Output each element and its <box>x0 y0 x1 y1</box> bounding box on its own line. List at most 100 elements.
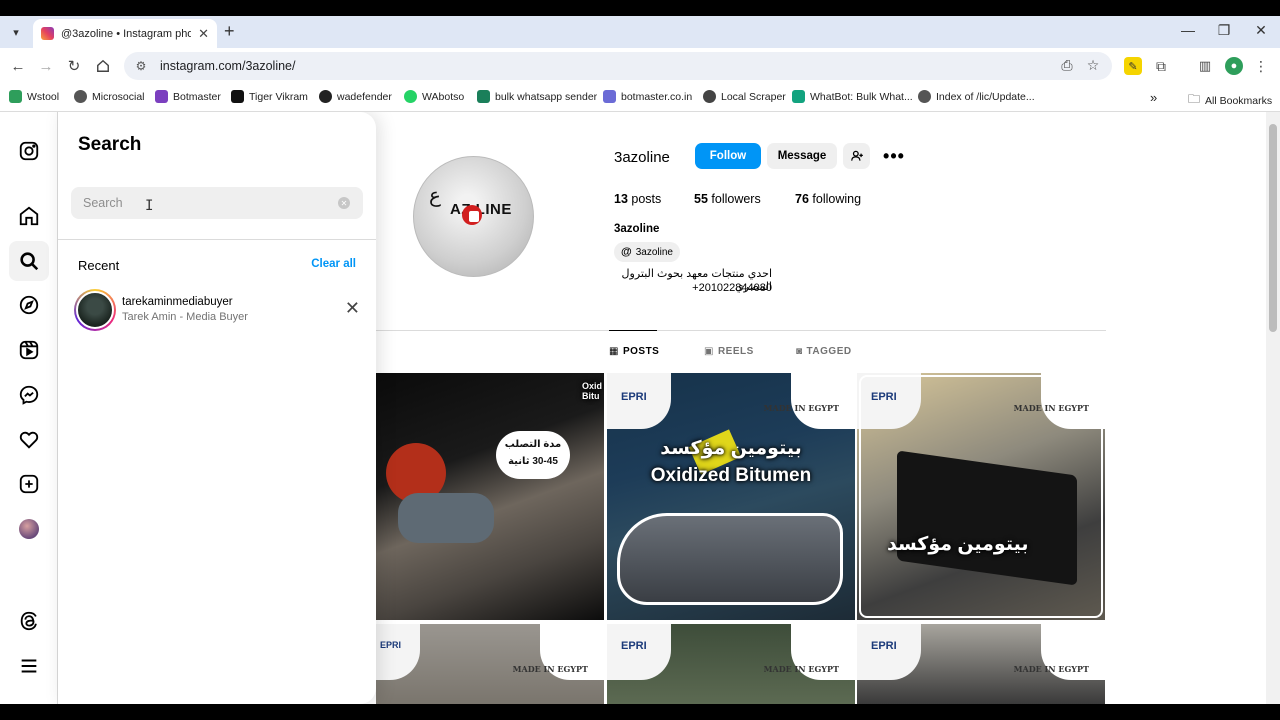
new-tab-plus-icon[interactable]: + <box>224 21 235 42</box>
browser-menu-icon[interactable]: ⋮ <box>1252 57 1270 75</box>
post-caption-ar: مدة التصلب <box>504 439 562 450</box>
post-caption-ar: بيتومين مؤكسد <box>887 534 1029 555</box>
scrollbar-thumb[interactable] <box>1269 124 1277 332</box>
remove-recent-close-icon[interactable]: ✕ <box>345 298 360 319</box>
minimize-icon[interactable]: — <box>1178 22 1198 38</box>
bookmark-item[interactable]: Wstool <box>9 90 59 103</box>
tab-tagged[interactable]: ◙ TAGGED <box>796 346 852 357</box>
browser-tab-active[interactable]: @3azoline • Instagram photos and videos … <box>33 19 217 48</box>
bookmark-item[interactable]: Tiger Vikram <box>231 90 308 103</box>
post-thumbnail[interactable]: EPRI MADE IN EGYPT <box>607 624 855 704</box>
profile-picture[interactable]: ع AZ LINE <box>413 156 534 277</box>
bookmark-item[interactable]: WAbotso <box>404 90 464 103</box>
explore-compass-icon[interactable] <box>17 293 41 317</box>
clear-search-icon[interactable]: ✕ <box>338 197 350 209</box>
tab-close-icon[interactable]: ✕ <box>198 26 209 42</box>
post-thumbnail[interactable]: EPRI MADE IN EGYPT بيتومين مؤكسد Oxidize… <box>607 373 855 620</box>
post-thumbnail[interactable]: مدة التصلب 30-45 ثانية Oxid Bitu <box>376 373 604 620</box>
post-frame <box>859 375 1103 618</box>
bookmark-favicon-icon <box>231 90 244 103</box>
more-menu-icon[interactable] <box>17 654 41 678</box>
home-icon[interactable] <box>93 56 113 76</box>
posts-count: 13 posts <box>614 192 662 206</box>
recent-user-avatar <box>74 289 116 331</box>
window-close-icon[interactable]: ✕ <box>1251 22 1271 39</box>
post-thumbnail[interactable]: EPRI MADE IN EGYPT بيتومين مؤكسد <box>857 373 1105 620</box>
post-thumbnail[interactable]: EPRI MADE IN EGYPT <box>857 624 1105 704</box>
tab-posts[interactable]: ▦ POSTS <box>609 346 659 357</box>
bookmarks-overflow-icon[interactable]: » <box>1150 90 1157 105</box>
logo-red-circle-icon <box>462 205 482 225</box>
recent-search-item[interactable]: tarekaminmediabuyer Tarek Amin - Media B… <box>74 288 360 332</box>
reels-icon: ▣ <box>704 346 714 357</box>
extensions-puzzle-icon[interactable]: ⧉ <box>1152 57 1170 75</box>
suggested-users-icon[interactable] <box>843 143 870 169</box>
bookmark-item[interactable]: Microsocial <box>74 90 145 103</box>
bookmark-item[interactable]: WhatBot: Bulk What... <box>792 90 913 103</box>
message-button[interactable]: Message <box>767 143 837 169</box>
install-app-icon[interactable]: ⎙ <box>1058 57 1076 74</box>
more-options-icon[interactable]: ••• <box>882 143 906 169</box>
restore-icon[interactable]: ❐ <box>1214 22 1234 39</box>
profile-shield-icon[interactable]: ● <box>1225 57 1243 75</box>
search-input[interactable] <box>71 187 363 219</box>
threads-icon[interactable] <box>17 609 41 633</box>
tab-search-chevron-icon[interactable]: ▾ <box>6 22 26 42</box>
made-in-egypt-text: MADE IN EGYPT <box>1013 664 1089 674</box>
recent-heading: Recent <box>78 258 120 273</box>
all-bookmarks-button[interactable]: 🗀 All Bookmarks <box>1188 90 1272 111</box>
reload-icon[interactable]: ↻ <box>64 56 84 76</box>
address-bar[interactable]: ⚙ instagram.com/3azoline/ ⎙ ☆ <box>124 52 1112 80</box>
clear-all-button[interactable]: Clear all <box>311 258 356 270</box>
brand-badge <box>791 373 855 429</box>
site-settings-icon[interactable]: ⚙ <box>132 57 150 75</box>
bookmark-item[interactable]: Botmaster <box>155 90 221 103</box>
made-in-egypt-text: MADE IN EGYPT <box>763 403 839 413</box>
search-panel: Search I ✕ Recent Clear all tarekaminmed… <box>58 112 376 704</box>
page-scrollbar[interactable] <box>1266 112 1280 704</box>
reels-icon[interactable] <box>17 338 41 362</box>
bookmark-favicon-icon <box>603 90 616 103</box>
instagram-page: Search I ✕ Recent Clear all tarekaminmed… <box>0 112 1280 704</box>
post-caption-ar: بيتومين مؤكسد <box>660 438 802 459</box>
epri-badge <box>607 624 671 680</box>
logo-arabic-glyph: ع <box>429 183 441 207</box>
create-plus-icon[interactable] <box>17 472 41 496</box>
followers-count[interactable]: 55 followers <box>694 192 761 206</box>
side-panel-icon[interactable]: ▥ <box>1196 57 1214 75</box>
follow-button[interactable]: Follow <box>695 143 761 169</box>
bookmark-item[interactable]: bulk whatsapp sender <box>477 90 597 103</box>
notifications-heart-icon[interactable] <box>17 428 41 452</box>
search-divider <box>58 239 376 240</box>
bookmark-item[interactable]: wadefender <box>319 90 392 103</box>
forward-arrow-icon[interactable]: → <box>36 56 56 76</box>
messenger-icon[interactable] <box>17 383 41 407</box>
instagram-logo-icon[interactable] <box>17 139 41 163</box>
search-icon[interactable] <box>17 249 41 273</box>
extension-yellow-icon[interactable]: ✎ <box>1124 57 1142 75</box>
bookmark-item[interactable]: Index of /lic/Update... <box>918 90 1035 103</box>
tab-strip: ▾ @3azoline • Instagram photos and video… <box>0 16 1280 48</box>
following-count[interactable]: 76 following <box>795 192 861 206</box>
profile-username: 3azoline <box>614 149 670 166</box>
bookmark-star-icon[interactable]: ☆ <box>1084 57 1102 74</box>
bookmark-favicon-icon <box>404 90 417 103</box>
threads-link[interactable]: @ 3azoline <box>614 242 680 262</box>
bookmark-favicon-icon <box>918 90 931 103</box>
bookmark-item[interactable]: Local Scraper <box>703 90 786 103</box>
post-thumbnail[interactable]: EPRI MADE IN EGYPT <box>376 624 604 704</box>
epri-badge <box>376 624 420 680</box>
tab-reels[interactable]: ▣ REELS <box>704 346 754 357</box>
bookmark-item[interactable]: botmaster.co.in <box>603 90 692 103</box>
epri-badge-text: EPRI <box>621 391 647 403</box>
epri-badge <box>857 624 921 680</box>
home-icon[interactable] <box>17 204 41 228</box>
made-in-egypt-text: MADE IN EGYPT <box>763 664 839 674</box>
back-arrow-icon[interactable]: ← <box>8 56 28 76</box>
search-panel-title: Search <box>78 134 142 155</box>
bookmark-favicon-icon <box>155 90 168 103</box>
epri-badge-text: EPRI <box>380 640 402 650</box>
browser-toolbar: ← → ↻ ⚙ instagram.com/3azoline/ ⎙ ☆ ✎ ⧉ … <box>0 48 1280 84</box>
profile-avatar[interactable] <box>19 519 39 539</box>
recent-fullname: Tarek Amin - Media Buyer <box>122 311 248 323</box>
